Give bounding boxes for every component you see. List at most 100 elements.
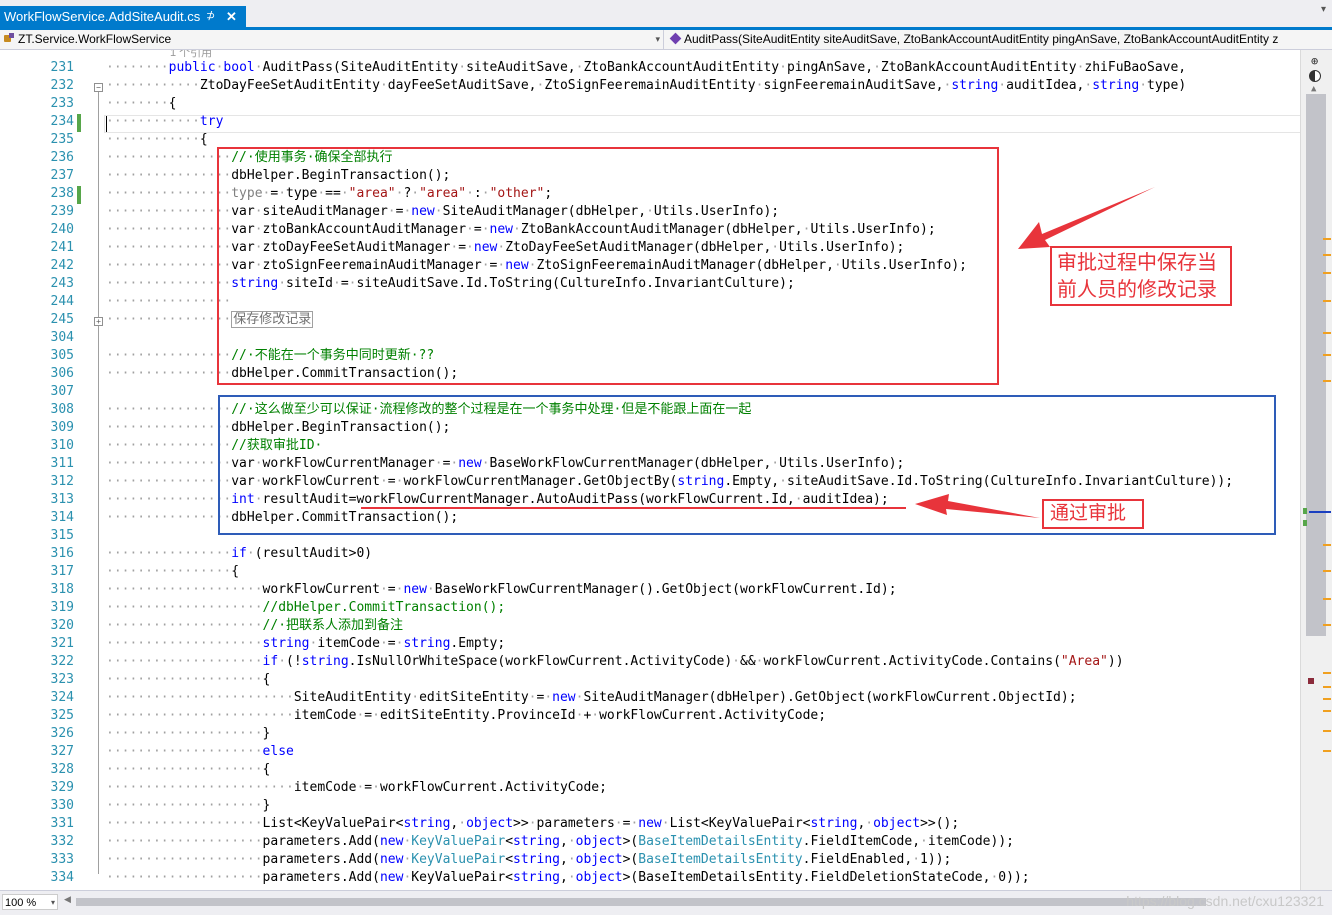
scroll-marker xyxy=(1323,698,1331,700)
annotation-label-save-record: 审批过程中保存当前人员的修改记录 xyxy=(1050,246,1232,306)
code-line[interactable]: 233 ········{ xyxy=(0,95,1300,113)
code-line[interactable]: 325 ························itemCode·=·ed… xyxy=(0,707,1300,725)
document-tab[interactable]: WorkFlowService.AddSiteAudit.cs ⊅ ✕ xyxy=(0,6,246,27)
code-token: · xyxy=(528,816,537,831)
code-token: workFlowCurrent xyxy=(262,582,380,597)
scroll-marker xyxy=(1323,238,1331,240)
code-line[interactable]: 330 ····················} xyxy=(0,797,1300,815)
code-line[interactable]: 318 ····················workFlowCurrent·=… xyxy=(0,581,1300,599)
code-token: , xyxy=(559,834,568,849)
code-token: signFeeremainAuditSave, xyxy=(763,78,944,93)
code-token: ················ xyxy=(106,276,232,291)
scroll-caret-marker xyxy=(1309,511,1331,513)
code-line[interactable]: 332 ····················parameters.Add(ne… xyxy=(0,833,1300,851)
code-token: string xyxy=(513,834,560,849)
code-token: itemCode xyxy=(317,636,380,651)
member-dropdown[interactable]: AuditPass(SiteAuditEntity siteAuditSave,… xyxy=(666,30,1326,49)
code-line[interactable]: 317 ················{ xyxy=(0,563,1300,581)
code-token: } xyxy=(262,726,271,741)
line-number: 309 xyxy=(50,420,74,435)
scroll-marker xyxy=(1323,300,1331,302)
code-token: ················ xyxy=(106,366,232,381)
code-line[interactable]: 333 ····················parameters.Add(ne… xyxy=(0,851,1300,869)
code-line[interactable]: 324 ························SiteAuditEnti… xyxy=(0,689,1300,707)
tab-title: WorkFlowService.AddSiteAudit.cs xyxy=(4,9,201,24)
code-token: ···················· xyxy=(106,726,263,741)
line-number: 308 xyxy=(50,402,74,417)
code-line[interactable]: 326 ····················} xyxy=(0,725,1300,743)
close-icon[interactable]: ✕ xyxy=(226,6,237,27)
line-number: 313 xyxy=(50,492,74,507)
document-tab-bar: WorkFlowService.AddSiteAudit.cs ⊅ ✕ ▾ xyxy=(0,0,1332,30)
code-token: ················ xyxy=(106,258,232,273)
code-text: ············{ xyxy=(106,131,208,149)
code-token: ZtoSignFeeremainAuditEntity xyxy=(544,78,756,93)
code-line[interactable]: 234 ············try xyxy=(0,113,1300,131)
code-token: ················ xyxy=(106,240,232,255)
code-line[interactable]: 316 ················if·(resultAudit>0) xyxy=(0,545,1300,563)
split-window-icon[interactable]: ⊕ xyxy=(1311,54,1318,68)
code-token: ················ xyxy=(106,402,232,417)
code-text: ····················string·itemCode·=·st… xyxy=(106,635,505,653)
code-text: ········public·bool·AuditPass(SiteAuditE… xyxy=(106,59,1186,77)
code-line[interactable]: 319 ····················//dbHelper.Commit… xyxy=(0,599,1300,617)
tab-overflow-dropdown-icon[interactable]: ▾ xyxy=(1321,4,1326,15)
code-text: ····················} xyxy=(106,725,270,743)
code-text: ····················//·把联系人添加到备注 xyxy=(106,617,403,635)
line-number: 319 xyxy=(50,600,74,615)
code-token: · xyxy=(278,654,287,669)
code-line[interactable]: 329 ························itemCode·=·wo… xyxy=(0,779,1300,797)
line-number: 311 xyxy=(50,456,74,471)
code-line[interactable]: 322 ····················if·(!string.IsNul… xyxy=(0,653,1300,671)
method-icon xyxy=(669,32,682,45)
line-number: 320 xyxy=(50,618,74,633)
vertical-scrollbar[interactable]: ⊕ ▲ xyxy=(1300,50,1332,890)
code-token: · xyxy=(920,834,928,849)
code-line[interactable]: 320 ····················//·把联系人添加到备注 xyxy=(0,617,1300,635)
code-token: { xyxy=(231,564,240,579)
code-line[interactable]: 321 ····················string·itemCode·=… xyxy=(0,635,1300,653)
chevron-down-icon[interactable]: ▾ xyxy=(51,895,55,911)
zoom-level: 100 % xyxy=(5,897,37,909)
line-number: 327 xyxy=(50,744,74,759)
code-token: public xyxy=(168,60,216,75)
line-number: 317 xyxy=(50,564,74,579)
line-number: 244 xyxy=(50,294,74,309)
map-mode-icon[interactable] xyxy=(1309,70,1321,82)
code-line[interactable]: 334 ····················parameters.Add(ne… xyxy=(0,869,1300,887)
horizontal-scrollbar-thumb[interactable] xyxy=(76,898,1206,906)
chevron-down-icon[interactable]: ▾ xyxy=(655,30,660,49)
code-token: ························ xyxy=(106,690,294,705)
code-text: ····················if·(!string.IsNullOr… xyxy=(106,653,1124,671)
code-token: ················ xyxy=(106,186,232,201)
annotation-box-save-record xyxy=(217,147,999,385)
code-token: · xyxy=(661,816,670,831)
scroll-up-icon[interactable]: ▲ xyxy=(1311,84,1316,94)
zoom-dropdown[interactable]: 100 % ▾ xyxy=(2,894,58,910)
code-line[interactable]: 231 ········public·bool·AuditPass(SiteAud… xyxy=(0,59,1300,77)
code-token: · xyxy=(379,78,388,93)
code-token: 1)); xyxy=(920,852,952,867)
scroll-left-icon[interactable]: ◀ xyxy=(64,894,71,905)
code-line[interactable]: 327 ····················else xyxy=(0,743,1300,761)
scroll-marker xyxy=(1323,686,1331,688)
code-line[interactable]: 232 ············ZtoDayFeeSetAuditEntity·d… xyxy=(0,77,1300,95)
code-token: ···················· xyxy=(106,636,263,651)
code-token: ············ xyxy=(106,78,200,93)
code-token: ················ xyxy=(106,312,232,327)
scrollbar-thumb[interactable] xyxy=(1306,94,1326,636)
code-token: ···················· xyxy=(106,654,263,669)
class-dropdown[interactable]: ZT.Service.WorkFlowService ▾ xyxy=(0,30,664,49)
code-line[interactable]: 328 ····················{ xyxy=(0,761,1300,779)
code-token: ················ xyxy=(106,564,232,579)
scroll-marker xyxy=(1323,254,1331,256)
code-text: ····················{ xyxy=(106,761,270,779)
code-token: itemCode xyxy=(293,780,357,795)
code-line[interactable]: 331 ····················List<KeyValuePair… xyxy=(0,815,1300,833)
code-token: < xyxy=(505,852,514,867)
code-token: itemCode xyxy=(293,708,357,723)
code-text: ····················{ xyxy=(106,671,270,689)
code-line[interactable]: 323 ····················{ xyxy=(0,671,1300,689)
pin-icon[interactable]: ⊅ xyxy=(206,6,215,27)
code-token: · xyxy=(614,816,623,831)
